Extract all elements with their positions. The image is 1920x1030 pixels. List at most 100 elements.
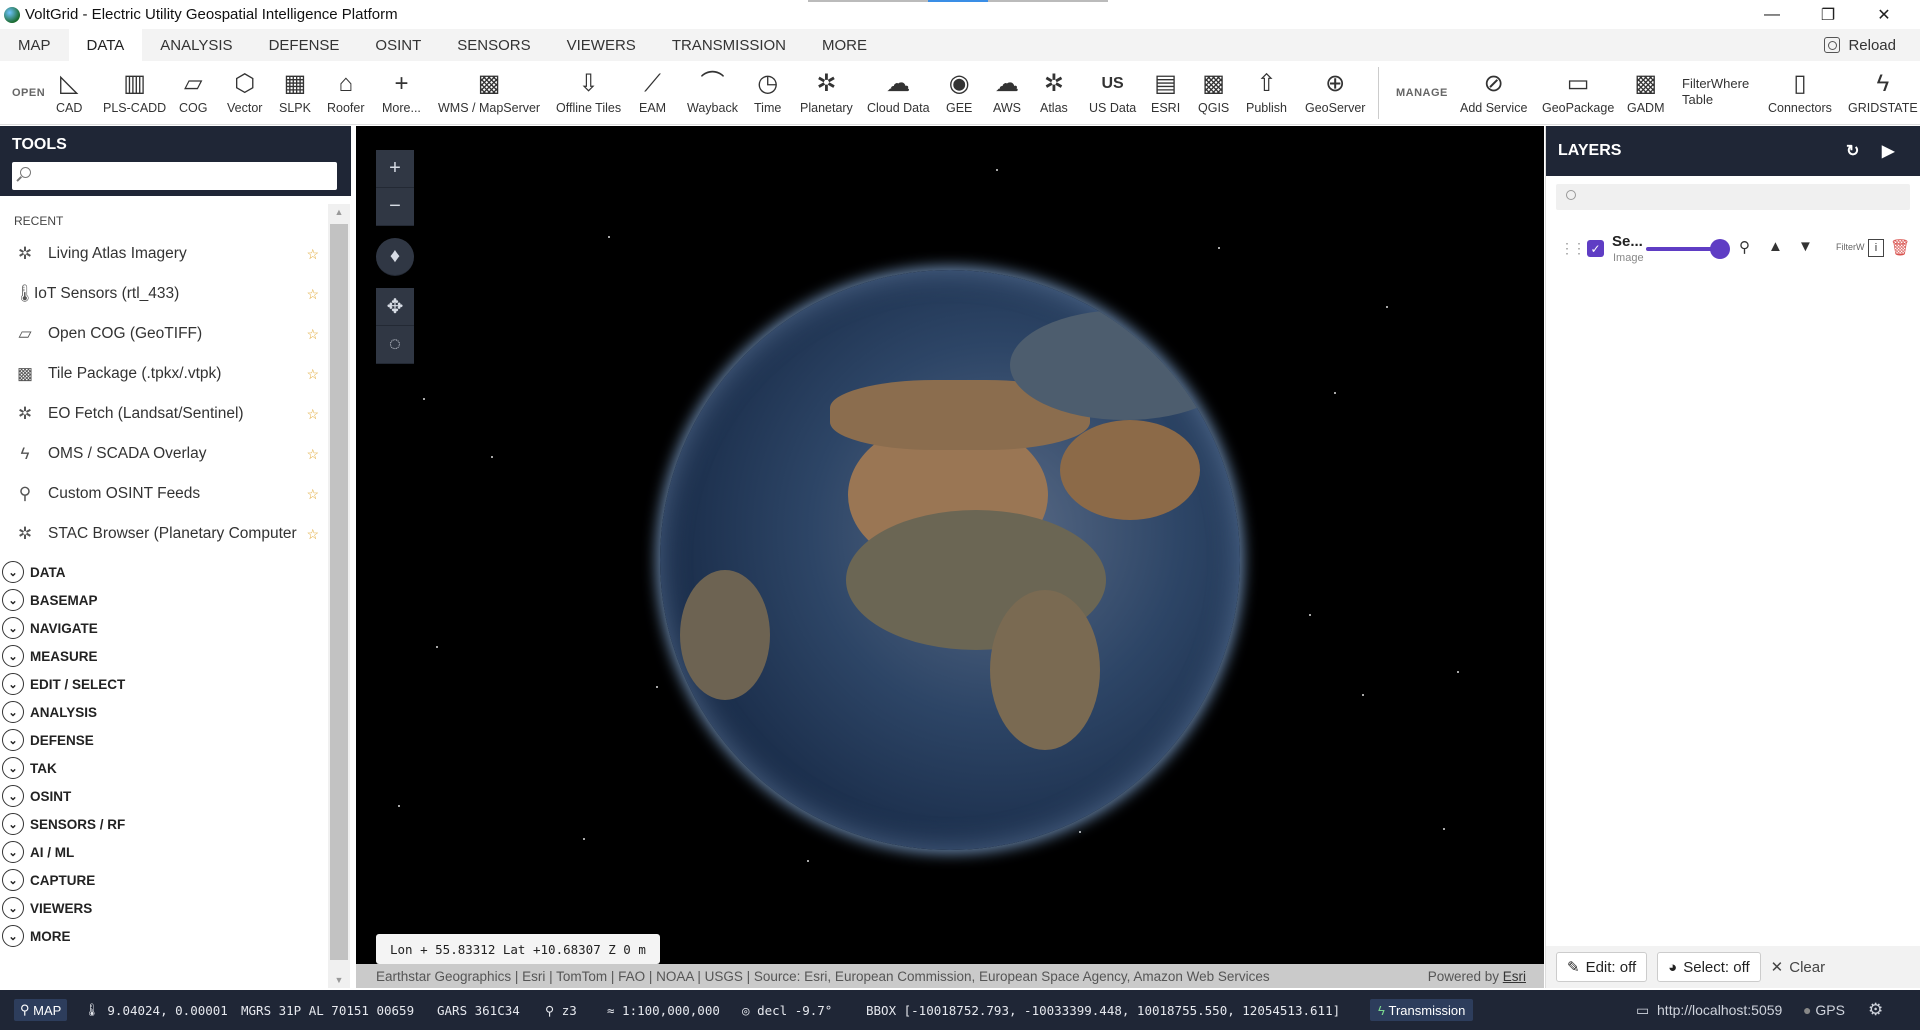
section-tak[interactable]: ⌄ TAK [0, 754, 327, 782]
close-button[interactable]: ✕ [1856, 0, 1912, 29]
ribbon-gee-button[interactable]: ◉ GEE [946, 67, 972, 116]
section-viewers[interactable]: ⌄ VIEWERS [0, 894, 327, 922]
globe[interactable] [660, 270, 1240, 850]
edit-toggle-button[interactable]: ✎ Edit: off [1556, 952, 1648, 982]
ribbon-roofer-button[interactable]: ⌂ Roofer [327, 67, 365, 116]
ribbon-gridstate-button[interactable]: ϟ GRIDSTATE [1848, 67, 1918, 116]
ribbon-vector-button[interactable]: ⬡ Vector [227, 67, 262, 116]
section-sensors-rf[interactable]: ⌄ SENSORS / RF [0, 810, 327, 838]
star-icon[interactable]: ☆ [306, 246, 319, 263]
section-basemap[interactable]: ⌄ BASEMAP [0, 586, 327, 614]
drag-handle-icon[interactable]: ⋮⋮ [1560, 240, 1586, 257]
minimize-button[interactable]: — [1744, 0, 1800, 29]
layer-row[interactable]: ⋮⋮ ✓ Se... Image ⚲ ▲ ▼ FilterW i 🗑︎ [1546, 230, 1920, 270]
move-up-icon[interactable]: ▲ [1768, 238, 1783, 255]
ribbon-geoserver-button[interactable]: ⊕ GeoServer [1305, 67, 1365, 116]
star-icon[interactable]: ☆ [306, 406, 319, 423]
compass-icon[interactable]: ♦ [376, 238, 414, 276]
section-more[interactable]: ⌄ MORE [0, 922, 327, 950]
ribbon-planetary-button[interactable]: ✲ Planetary [800, 67, 853, 116]
refresh-icon[interactable]: ↻ [1846, 141, 1859, 161]
section-ai-ml[interactable]: ⌄ AI / ML [0, 838, 327, 866]
ribbon-wayback-button[interactable]: ⌒ Wayback [687, 67, 738, 116]
orbit-icon[interactable]: ◌ [376, 326, 414, 364]
tab-viewers[interactable]: VIEWERS [549, 29, 654, 61]
recent-item-eo-fetch[interactable]: ✲ EO Fetch (Landsat/Sentinel) ☆ [0, 394, 327, 434]
section-osint[interactable]: ⌄ OSINT [0, 782, 327, 810]
clear-button[interactable]: ✕ Clear [1771, 958, 1825, 977]
zoom-to-layer-icon[interactable]: ⚲ [1739, 238, 1750, 256]
ribbon-offline-tiles-button[interactable]: ⇩ Offline Tiles [556, 67, 621, 116]
layer-opacity-slider[interactable] [1646, 239, 1730, 259]
play-icon[interactable]: ▶ [1882, 141, 1894, 161]
tab-data[interactable]: DATA [68, 29, 143, 61]
ribbon-geopackage-button[interactable]: ▭ GeoPackage [1542, 67, 1614, 116]
tab-osint[interactable]: OSINT [357, 29, 439, 61]
section-capture[interactable]: ⌄ CAPTURE [0, 866, 327, 894]
tab-map[interactable]: MAP [0, 29, 69, 61]
ribbon-esri-button[interactable]: ▤ ESRI [1151, 67, 1180, 116]
reload-button[interactable]: Reload [1824, 29, 1896, 61]
scroll-down-icon[interactable]: ▼ [328, 975, 350, 985]
tab-more[interactable]: MORE [804, 29, 885, 61]
ribbon-aws-button[interactable]: ☁ AWS [993, 67, 1021, 116]
star-icon[interactable]: ☆ [306, 526, 319, 543]
section-defense[interactable]: ⌄ DEFENSE [0, 726, 327, 754]
section-analysis[interactable]: ⌄ ANALYSIS [0, 698, 327, 726]
star-icon[interactable]: ☆ [306, 366, 319, 383]
ribbon-time-button[interactable]: ◷ Time [754, 67, 781, 116]
tab-defense[interactable]: DEFENSE [251, 29, 358, 61]
scroll-up-icon[interactable]: ▲ [328, 207, 350, 217]
layers-search-input[interactable] [1556, 184, 1910, 210]
tools-search-input[interactable] [12, 162, 337, 190]
ribbon-connectors-button[interactable]: ▯ Connectors [1768, 67, 1832, 116]
ribbon-slpk-button[interactable]: ▦ SLPK [279, 67, 311, 116]
recent-item-living-atlas[interactable]: ✲ Living Atlas Imagery ☆ [0, 234, 327, 274]
ribbon-more-button[interactable]: + More... [382, 67, 421, 116]
ribbon-wms-button[interactable]: ▩ WMS / MapServer [438, 67, 540, 116]
settings-gear-icon[interactable]: ⚙ [1868, 990, 1883, 1030]
star-icon[interactable]: ☆ [306, 286, 319, 303]
tab-analysis[interactable]: ANALYSIS [142, 29, 250, 61]
select-toggle-button[interactable]: ◕ Select: off [1657, 952, 1761, 982]
recent-item-tile-package[interactable]: ▩ Tile Package (.tpkx/.vtpk) ☆ [0, 354, 327, 394]
section-edit-select[interactable]: ⌄ EDIT / SELECT [0, 670, 327, 698]
zoom-in-button[interactable]: + [376, 150, 414, 188]
transmission-badge[interactable]: ϟ Transmission [1370, 999, 1474, 1021]
recent-item-open-cog[interactable]: ▱ Open COG (GeoTIFF) ☆ [0, 314, 327, 354]
ribbon-cad-button[interactable]: ◺ CAD [56, 67, 82, 116]
layer-filter-button[interactable]: FilterW [1836, 242, 1865, 252]
section-measure[interactable]: ⌄ MEASURE [0, 642, 327, 670]
tab-sensors[interactable]: SENSORS [439, 29, 548, 61]
layer-visibility-checkbox[interactable]: ✓ [1587, 240, 1604, 257]
ribbon-pls-cadd-button[interactable]: ▥ PLS-CADD [103, 67, 166, 116]
esri-link[interactable]: Esri [1503, 969, 1526, 984]
recent-item-oms-scada[interactable]: ϟ OMS / SCADA Overlay ☆ [0, 434, 327, 474]
info-icon[interactable]: i [1868, 239, 1884, 257]
ribbon-qgis-button[interactable]: ▩ QGIS [1198, 67, 1229, 116]
recent-item-iot-sensors[interactable]: 🌡︎ IoT Sensors (rtl_433) ☆ [0, 274, 327, 314]
section-data[interactable]: ⌄ DATA [0, 558, 327, 586]
map-view[interactable]: + − ♦ ✥ ◌ Lon + 55.83312 Lat +10.68307 Z… [356, 126, 1544, 988]
ribbon-eam-button[interactable]: ⟋ EAM [639, 67, 666, 116]
recent-item-stac-browser[interactable]: ✲ STAC Browser (Planetary Computer ☆ [0, 514, 327, 554]
ribbon-publish-button[interactable]: ⇧ Publish [1246, 67, 1287, 116]
pan-icon[interactable]: ✥ [376, 288, 414, 326]
ribbon-filterwhere-button[interactable]: FilterWhere Table [1682, 76, 1749, 108]
star-icon[interactable]: ☆ [306, 326, 319, 343]
map-mode-badge[interactable]: ⚲ MAP [14, 999, 68, 1021]
ribbon-gadm-button[interactable]: ▩ GADM [1627, 67, 1665, 116]
star-icon[interactable]: ☆ [306, 486, 319, 503]
star-icon[interactable]: ☆ [306, 446, 319, 463]
scrollbar-thumb[interactable] [330, 224, 348, 960]
ribbon-atlas-button[interactable]: ✲ Atlas [1040, 67, 1068, 116]
section-navigate[interactable]: ⌄ NAVIGATE [0, 614, 327, 642]
ribbon-us-data-button[interactable]: US US Data [1089, 67, 1136, 116]
trash-icon[interactable]: 🗑︎ [1890, 238, 1910, 258]
ribbon-cloud-data-button[interactable]: ☁ Cloud Data [867, 67, 930, 116]
slider-knob[interactable] [1710, 239, 1730, 259]
tools-scrollbar[interactable]: ▲ ▼ [328, 204, 350, 988]
move-down-icon[interactable]: ▼ [1798, 238, 1813, 255]
ribbon-add-service-button[interactable]: ⊘ Add Service [1460, 67, 1527, 116]
restore-button[interactable]: ❐ [1800, 0, 1856, 29]
